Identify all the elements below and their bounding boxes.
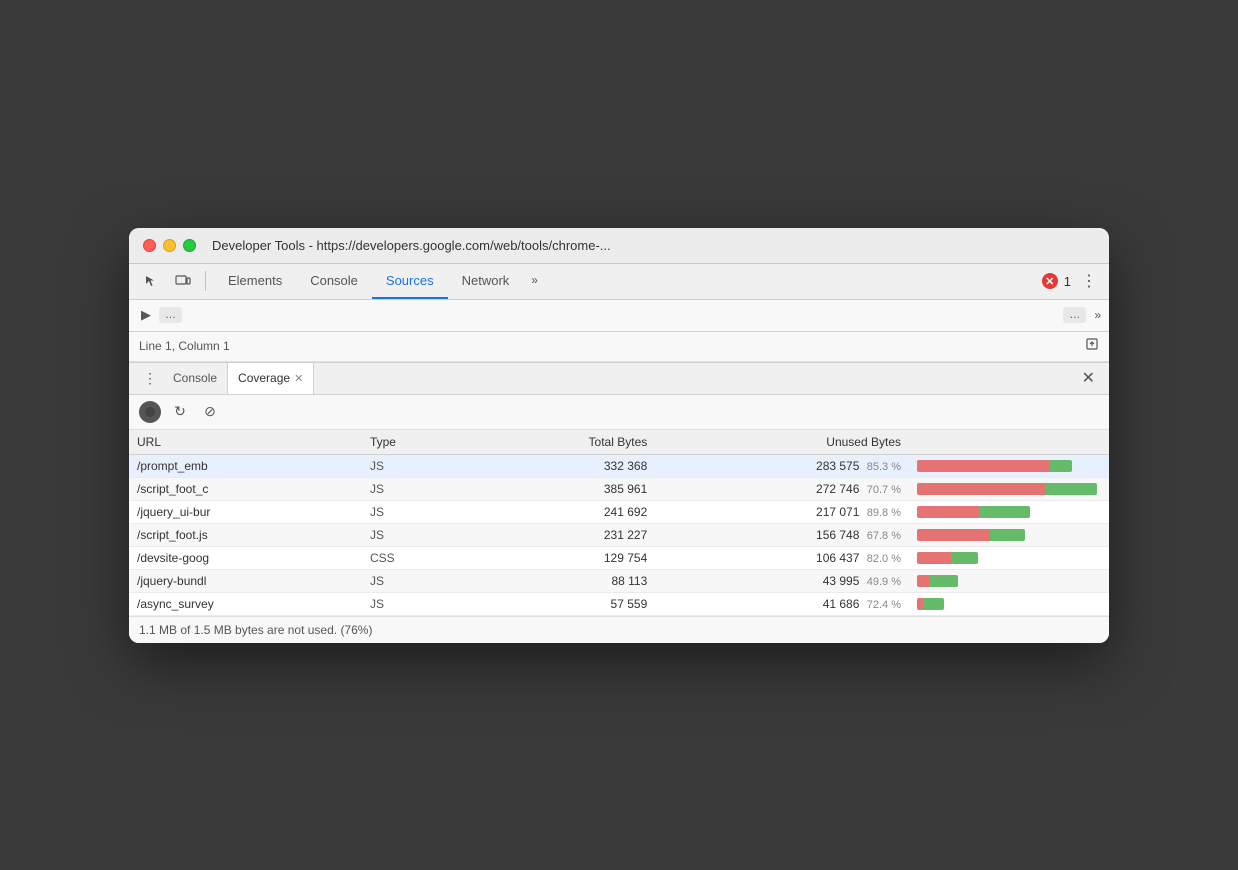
cell-unused-bytes: 283 575 85.3 %	[655, 454, 909, 477]
drawer: ⋮ Console Coverage ✕ ✕ ↻ ⊘	[129, 362, 1109, 643]
cell-total-bytes: 57 559	[468, 592, 656, 615]
more-menu-button[interactable]: ⋮	[1077, 271, 1101, 291]
line-col-indicator: Line 1, Column 1	[139, 339, 230, 353]
cell-total-bytes: 241 692	[468, 500, 656, 523]
cell-bar	[909, 523, 1109, 546]
table-row[interactable]: /script_foot.jsJS231 227156 748 67.8 %	[129, 523, 1109, 546]
cell-url: /jquery_ui-bur	[129, 500, 362, 523]
table-row[interactable]: /devsite-googCSS129 754106 437 82.0 %	[129, 546, 1109, 569]
cell-bar	[909, 477, 1109, 500]
cell-url: /async_survey	[129, 592, 362, 615]
cell-unused-bytes: 106 437 82.0 %	[655, 546, 909, 569]
toolbar-right: ✕ 1 ⋮	[1042, 271, 1101, 291]
cell-url: /prompt_emb	[129, 454, 362, 477]
coverage-footer: 1.1 MB of 1.5 MB bytes are not used. (76…	[129, 616, 1109, 643]
col-url[interactable]: URL	[129, 430, 362, 455]
toolbar-separator	[205, 271, 206, 291]
table-row[interactable]: /async_surveyJS57 55941 686 72.4 %	[129, 592, 1109, 615]
cell-unused-bytes: 272 746 70.7 %	[655, 477, 909, 500]
cell-total-bytes: 88 113	[468, 569, 656, 592]
coverage-tab-close[interactable]: ✕	[294, 372, 303, 385]
col-total-bytes[interactable]: Total Bytes	[468, 430, 656, 455]
col-type[interactable]: Type	[362, 430, 468, 455]
drawer-tab-console[interactable]: Console	[163, 363, 227, 394]
source-breadcrumb-item[interactable]: …	[159, 307, 182, 323]
footer-text: 1.1 MB of 1.5 MB bytes are not used. (76…	[139, 623, 372, 637]
breadcrumb-bar: Line 1, Column 1	[129, 332, 1109, 362]
drawer-menu-icon[interactable]: ⋮	[137, 370, 163, 387]
cell-type: JS	[362, 454, 468, 477]
drawer-tabs-row: ⋮ Console Coverage ✕ ✕	[129, 363, 1109, 395]
cell-type: JS	[362, 500, 468, 523]
source-filter-item[interactable]: …	[1063, 307, 1086, 323]
cell-url: /script_foot_c	[129, 477, 362, 500]
coverage-toolbar: ↻ ⊘	[129, 395, 1109, 430]
cell-type: JS	[362, 477, 468, 500]
table-row[interactable]: /jquery_ui-burJS241 692217 071 89.8 %	[129, 500, 1109, 523]
drawer-tab-coverage[interactable]: Coverage ✕	[227, 363, 314, 394]
devtools-window: Developer Tools - https://developers.goo…	[129, 228, 1109, 643]
col-unused-bytes[interactable]: Unused Bytes	[655, 430, 909, 455]
cell-url: /script_foot.js	[129, 523, 362, 546]
reload-button[interactable]: ↻	[169, 401, 191, 423]
cell-bar	[909, 592, 1109, 615]
cell-total-bytes: 332 368	[468, 454, 656, 477]
cell-unused-bytes: 217 071 89.8 %	[655, 500, 909, 523]
devtools-toolbar: Elements Console Sources Network » ✕ 1 ⋮	[129, 264, 1109, 300]
error-count: 1	[1064, 274, 1071, 289]
record-button[interactable]	[139, 401, 161, 423]
tab-elements[interactable]: Elements	[214, 264, 296, 299]
device-toggle-icon[interactable]	[169, 267, 197, 295]
maximize-button[interactable]	[183, 239, 196, 252]
source-path: …	[165, 309, 176, 321]
play-icon[interactable]: ▶	[137, 305, 155, 325]
cell-unused-bytes: 43 995 49.9 %	[655, 569, 909, 592]
traffic-lights	[143, 239, 196, 252]
cell-type: CSS	[362, 546, 468, 569]
minimize-button[interactable]	[163, 239, 176, 252]
cell-url: /devsite-goog	[129, 546, 362, 569]
tab-sources[interactable]: Sources	[372, 264, 448, 299]
error-icon: ✕	[1042, 273, 1058, 289]
cell-unused-bytes: 41 686 72.4 %	[655, 592, 909, 615]
table-row[interactable]: /prompt_embJS332 368283 575 85.3 %	[129, 454, 1109, 477]
cell-bar	[909, 500, 1109, 523]
window-title: Developer Tools - https://developers.goo…	[212, 238, 1095, 253]
close-button[interactable]	[143, 239, 156, 252]
cell-type: JS	[362, 592, 468, 615]
tab-console[interactable]: Console	[296, 264, 372, 299]
cell-total-bytes: 385 961	[468, 477, 656, 500]
table-row[interactable]: /jquery-bundlJS88 11343 995 49.9 %	[129, 569, 1109, 592]
cell-total-bytes: 231 227	[468, 523, 656, 546]
scroll-to-top-button[interactable]	[1085, 337, 1099, 356]
main-tabs: Elements Console Sources Network »	[214, 264, 1038, 299]
cell-total-bytes: 129 754	[468, 546, 656, 569]
cell-url: /jquery-bundl	[129, 569, 362, 592]
tab-more[interactable]: »	[523, 264, 546, 299]
titlebar: Developer Tools - https://developers.goo…	[129, 228, 1109, 264]
drawer-close-button[interactable]: ✕	[1076, 368, 1101, 388]
more-sources-icon[interactable]: »	[1094, 308, 1101, 322]
coverage-table-container: URL Type Total Bytes Unused Bytes /promp…	[129, 430, 1109, 616]
cell-bar	[909, 546, 1109, 569]
table-header-row: URL Type Total Bytes Unused Bytes	[129, 430, 1109, 455]
tab-network[interactable]: Network	[448, 264, 524, 299]
cell-type: JS	[362, 523, 468, 546]
secondary-toolbar: ▶ … … »	[129, 300, 1109, 332]
cursor-icon[interactable]	[137, 267, 165, 295]
cell-type: JS	[362, 569, 468, 592]
coverage-table: URL Type Total Bytes Unused Bytes /promp…	[129, 430, 1109, 616]
cell-bar	[909, 569, 1109, 592]
table-row[interactable]: /script_foot_cJS385 961272 746 70.7 %	[129, 477, 1109, 500]
clear-button[interactable]: ⊘	[199, 401, 221, 423]
col-bar	[909, 430, 1109, 455]
cell-unused-bytes: 156 748 67.8 %	[655, 523, 909, 546]
cell-bar	[909, 454, 1109, 477]
